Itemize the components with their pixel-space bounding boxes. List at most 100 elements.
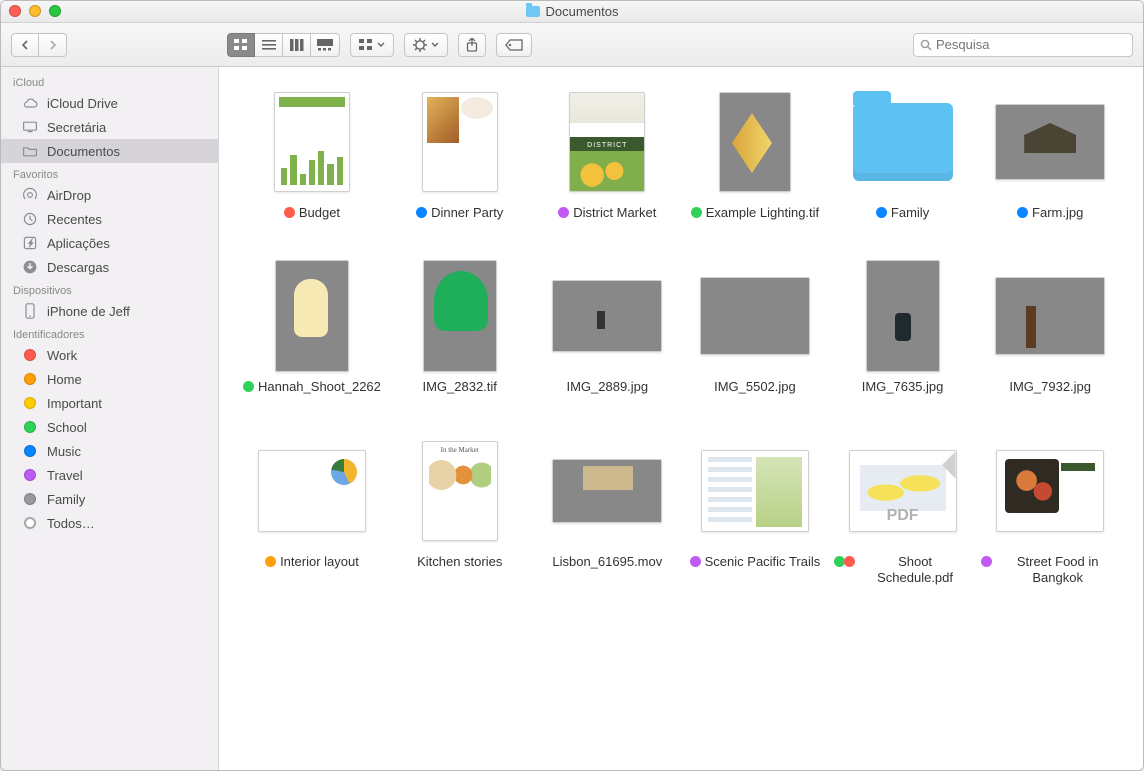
- file-label: Lisbon_61695.mov: [552, 554, 662, 570]
- file-item[interactable]: Street Food in Bangkok: [981, 436, 1119, 587]
- file-name: Dinner Party: [431, 205, 503, 221]
- list-view-button[interactable]: [255, 33, 283, 57]
- sidebar-item[interactable]: Important: [1, 391, 218, 415]
- sidebar-item-label: Music: [47, 444, 81, 459]
- titlebar[interactable]: Documentos: [1, 1, 1143, 23]
- file-thumbnail: [257, 436, 367, 546]
- icon-grid: Budget Dinner Party DISTRICTDistrict Marke…: [219, 67, 1143, 606]
- tag-icon: [21, 467, 39, 483]
- sidebar[interactable]: iCloud iCloud Drive Secretária Documentos Fa…: [1, 67, 219, 770]
- sidebar-item[interactable]: Recentes: [1, 207, 218, 231]
- file-item[interactable]: Budget: [243, 87, 381, 221]
- minimize-window-button[interactable]: [29, 5, 41, 17]
- tag-icon: [21, 371, 39, 387]
- tag-icon: [21, 395, 39, 411]
- gallery-view-button[interactable]: [311, 33, 340, 57]
- file-item[interactable]: PDFShoot Schedule.pdf: [834, 436, 972, 587]
- sidebar-item[interactable]: Documentos: [1, 139, 218, 163]
- file-name: Lisbon_61695.mov: [552, 554, 662, 570]
- sidebar-item[interactable]: Descargas: [1, 255, 218, 279]
- file-item[interactable]: Hannah_Shoot_2262: [243, 261, 381, 395]
- file-thumbnail: [405, 87, 515, 197]
- file-item[interactable]: Family: [834, 87, 972, 221]
- file-item[interactable]: IMG_5502.jpg: [686, 261, 824, 395]
- file-label: Street Food in Bangkok: [981, 554, 1119, 587]
- file-item[interactable]: IMG_2832.tif: [391, 261, 529, 395]
- sidebar-item[interactable]: iCloud Drive: [1, 91, 218, 115]
- action-button[interactable]: [404, 33, 448, 57]
- file-thumbnail: [257, 87, 367, 197]
- window-title: Documentos: [526, 4, 619, 19]
- file-item[interactable]: Lisbon_61695.mov: [539, 436, 677, 587]
- sidebar-item[interactable]: Secretária: [1, 115, 218, 139]
- file-name: Kitchen stories: [417, 554, 502, 570]
- file-name: Interior layout: [280, 554, 359, 570]
- file-item[interactable]: Interior layout: [243, 436, 381, 587]
- sidebar-item-label: Family: [47, 492, 85, 507]
- icon-view-button[interactable]: [227, 33, 255, 57]
- group-menu: [350, 33, 394, 57]
- file-item[interactable]: IMG_7635.jpg: [834, 261, 972, 395]
- tag-icon: [21, 443, 39, 459]
- sidebar-item-label: Work: [47, 348, 77, 363]
- share-button[interactable]: [458, 33, 486, 57]
- apps-icon: [21, 235, 39, 251]
- file-label: Kitchen stories: [417, 554, 502, 570]
- sidebar-item[interactable]: Aplicações: [1, 231, 218, 255]
- file-name: Budget: [299, 205, 340, 221]
- zoom-window-button[interactable]: [49, 5, 61, 17]
- sidebar-item[interactable]: School: [1, 415, 218, 439]
- file-label: Budget: [284, 205, 340, 221]
- sidebar-item[interactable]: Work: [1, 343, 218, 367]
- file-thumbnail: [700, 436, 810, 546]
- file-name: IMG_7932.jpg: [1009, 379, 1091, 395]
- search-field[interactable]: [913, 33, 1133, 57]
- cloud-icon: [21, 95, 39, 111]
- file-item[interactable]: Dinner Party: [391, 87, 529, 221]
- sidebar-item-label: iCloud Drive: [47, 96, 118, 111]
- file-name: Street Food in Bangkok: [996, 554, 1119, 587]
- file-name: IMG_5502.jpg: [714, 379, 796, 395]
- file-item[interactable]: Scenic Pacific Trails: [686, 436, 824, 587]
- tag-dot-icon: [876, 207, 887, 218]
- sidebar-item[interactable]: Music: [1, 439, 218, 463]
- file-item[interactable]: Kitchen stories: [391, 436, 529, 587]
- file-item[interactable]: Example Lighting.tif: [686, 87, 824, 221]
- file-thumbnail: [257, 261, 367, 371]
- file-name: Family: [891, 205, 929, 221]
- file-thumbnail: [700, 87, 810, 197]
- file-thumbnail: PDF: [848, 436, 958, 546]
- file-item[interactable]: IMG_2889.jpg: [539, 261, 677, 395]
- sidebar-item[interactable]: Todos…: [1, 511, 218, 535]
- file-item[interactable]: IMG_7932.jpg: [981, 261, 1119, 395]
- group-button[interactable]: [350, 33, 394, 57]
- file-label: IMG_2832.tif: [422, 379, 496, 395]
- sidebar-item[interactable]: Family: [1, 487, 218, 511]
- tags-button[interactable]: [496, 33, 532, 57]
- tag-dot-icon: [981, 556, 992, 567]
- airdrop-icon: [21, 187, 39, 203]
- file-browser[interactable]: Budget Dinner Party DISTRICTDistrict Marke…: [219, 67, 1143, 770]
- close-window-button[interactable]: [9, 5, 21, 17]
- search-input[interactable]: [936, 37, 1126, 52]
- sidebar-item-label: Todos…: [47, 516, 95, 531]
- file-label: IMG_7635.jpg: [862, 379, 944, 395]
- file-label: IMG_5502.jpg: [714, 379, 796, 395]
- sidebar-item-label: Important: [47, 396, 102, 411]
- view-switcher: [227, 33, 340, 57]
- sidebar-item[interactable]: iPhone de Jeff: [1, 299, 218, 323]
- file-item[interactable]: DISTRICTDistrict Market: [539, 87, 677, 221]
- tag-dot-icon: [1017, 207, 1028, 218]
- file-name: Scenic Pacific Trails: [705, 554, 821, 570]
- tag-icon: [21, 347, 39, 363]
- sidebar-section-header: iCloud: [1, 71, 218, 91]
- back-button[interactable]: [11, 33, 39, 57]
- column-view-button[interactable]: [283, 33, 311, 57]
- forward-button[interactable]: [39, 33, 67, 57]
- sidebar-item[interactable]: Travel: [1, 463, 218, 487]
- file-item[interactable]: Farm.jpg: [981, 87, 1119, 221]
- sidebar-item[interactable]: AirDrop: [1, 183, 218, 207]
- sidebar-item[interactable]: Home: [1, 367, 218, 391]
- file-name: IMG_2832.tif: [422, 379, 496, 395]
- sidebar-item-label: Documentos: [47, 144, 120, 159]
